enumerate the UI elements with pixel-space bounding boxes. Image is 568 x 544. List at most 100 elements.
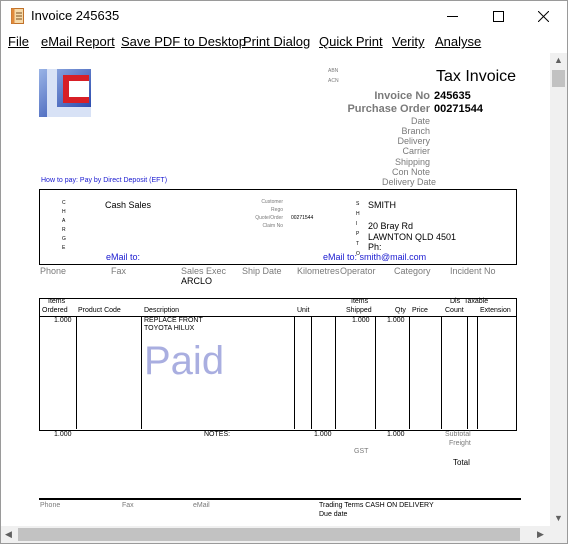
app-icon	[11, 8, 24, 24]
ship-to-addr2: LAWNTON QLD 4501	[368, 232, 457, 242]
dis-header-top: Dis	[450, 298, 461, 305]
purchase-order-label: Purchase Order	[347, 103, 430, 115]
items-table	[39, 298, 517, 431]
extension-header: Extension	[480, 307, 511, 314]
col-divider	[409, 316, 410, 429]
col-divider	[441, 316, 442, 429]
items-header-divider	[39, 316, 516, 317]
vertical-scrollbar[interactable]: ▲ ▼	[550, 53, 567, 526]
row-desc-2: TOYOTA HILUX	[144, 325, 195, 332]
due-date-label: Due date	[319, 511, 348, 518]
vertical-scroll-thumb[interactable]	[552, 70, 565, 87]
trading-terms: Trading Terms CASH ON DELIVERY	[319, 502, 434, 509]
delivery-date-label: Delivery Date	[381, 177, 436, 187]
col-divider	[375, 316, 376, 429]
ordered-total: 1.000	[54, 431, 72, 438]
unit-total: 1.000	[314, 431, 332, 438]
footer-rule	[39, 498, 521, 500]
phone-label: Phone	[40, 266, 67, 276]
shipping-label: Shipping	[394, 157, 430, 167]
menu-email-report[interactable]: eMail Report	[41, 34, 115, 49]
ship-to-phone: Ph:	[368, 242, 382, 252]
col-divider	[311, 316, 312, 429]
scroll-left-icon[interactable]: ◀	[5, 530, 12, 539]
gst-label: GST	[354, 448, 369, 455]
branch-label: Branch	[401, 126, 430, 136]
items-shipped-header-top: Items	[351, 298, 369, 305]
ship-to-addr1: 20 Bray Rd	[368, 221, 414, 231]
description-header: Description	[144, 307, 180, 314]
close-icon	[538, 11, 549, 22]
close-button[interactable]	[521, 1, 567, 31]
ship-email: eMail to: smith@mail.com	[323, 252, 427, 262]
abn-label: ABN	[328, 68, 339, 74]
menu-verity[interactable]: Verity	[392, 34, 425, 49]
category-label: Category	[394, 266, 431, 276]
qty-header: Qty	[395, 307, 406, 314]
purchase-order-value: 00271544	[434, 103, 483, 115]
title-bar: Invoice 245635	[1, 1, 567, 31]
total-label: Total	[453, 458, 470, 467]
footer-phone-label: Phone	[40, 502, 61, 509]
ship-to-vertical-label: SHIPTO	[356, 201, 360, 257]
row-desc-1: REPLACE FRONT	[144, 317, 203, 324]
horizontal-scrollbar[interactable]: ◀ ▶	[1, 526, 550, 543]
qty-total: 1.000	[387, 431, 405, 438]
invoice-document: ABN ACN Tax Invoice Invoice No 245635 Pu…	[1, 53, 550, 526]
fax-label: Fax	[111, 266, 127, 276]
col-divider	[467, 316, 468, 429]
unit-header: Unit	[297, 307, 310, 314]
operator-label: Operator	[340, 266, 376, 276]
date-label: Date	[410, 116, 430, 126]
menu-save-pdf[interactable]: Save PDF to Desktop	[121, 34, 246, 49]
invoice-no-value: 245635	[434, 90, 471, 102]
scroll-right-icon[interactable]: ▶	[537, 530, 544, 539]
product-code-header: Product Code	[78, 307, 121, 314]
count-header: Count	[445, 307, 464, 314]
menu-analyse[interactable]: Analyse	[435, 34, 481, 49]
quote-order-value: 00271544	[291, 215, 314, 221]
minimize-icon	[447, 16, 458, 17]
minimize-button[interactable]	[430, 1, 476, 31]
col-divider	[294, 316, 295, 429]
carrier-label: Carrier	[402, 146, 430, 156]
col-divider	[335, 316, 336, 429]
freight-label: Freight	[449, 440, 471, 447]
con-note-label: Con Note	[391, 167, 430, 177]
notes-label: NOTES:	[204, 431, 231, 438]
ship-date-label: Ship Date	[242, 266, 282, 276]
items-ordered-header-top: Items	[48, 298, 66, 305]
row-qty: 1.000	[387, 317, 405, 324]
footer-email-label: eMail	[193, 502, 210, 509]
charge-vertical-label: CHARGE	[62, 200, 66, 251]
menu-quick-print[interactable]: Quick Print	[319, 34, 383, 49]
scrollbar-corner	[550, 526, 567, 543]
charge-name: Cash Sales	[105, 200, 152, 210]
taxable-header-top: Taxable	[464, 298, 489, 305]
kilometres-label: Kilometres	[297, 266, 340, 276]
charge-email: eMail to:	[106, 252, 141, 262]
scroll-up-icon[interactable]: ▲	[554, 56, 563, 65]
scroll-down-icon[interactable]: ▼	[554, 514, 563, 523]
claim-no-label: Claim No	[262, 223, 283, 229]
sales-exec-label: Sales Exec	[181, 266, 227, 276]
col-divider	[141, 316, 142, 429]
horizontal-scroll-thumb[interactable]	[18, 528, 520, 541]
items-ordered-header: Ordered	[42, 307, 68, 314]
incident-no-label: Incident No	[450, 266, 496, 276]
window-title: Invoice 245635	[31, 8, 120, 23]
paid-watermark: Paid	[144, 339, 225, 383]
footer-fax-label: Fax	[122, 502, 134, 509]
delivery-label: Delivery	[397, 136, 430, 146]
sales-exec-value: ARCLO	[181, 276, 213, 286]
menu-print-dialog[interactable]: Print Dialog	[243, 34, 310, 49]
acn-label: ACN	[328, 78, 339, 84]
maximize-icon	[493, 11, 504, 22]
invoice-window: Invoice 245635 File eMail Report Save PD…	[0, 0, 568, 544]
company-logo	[39, 69, 91, 117]
row-shipped: 1.000	[352, 317, 370, 324]
menu-file[interactable]: File	[8, 34, 29, 49]
customer-label: Customer	[261, 199, 283, 205]
maximize-button[interactable]	[476, 1, 522, 31]
rego-label: Rego	[271, 207, 283, 213]
